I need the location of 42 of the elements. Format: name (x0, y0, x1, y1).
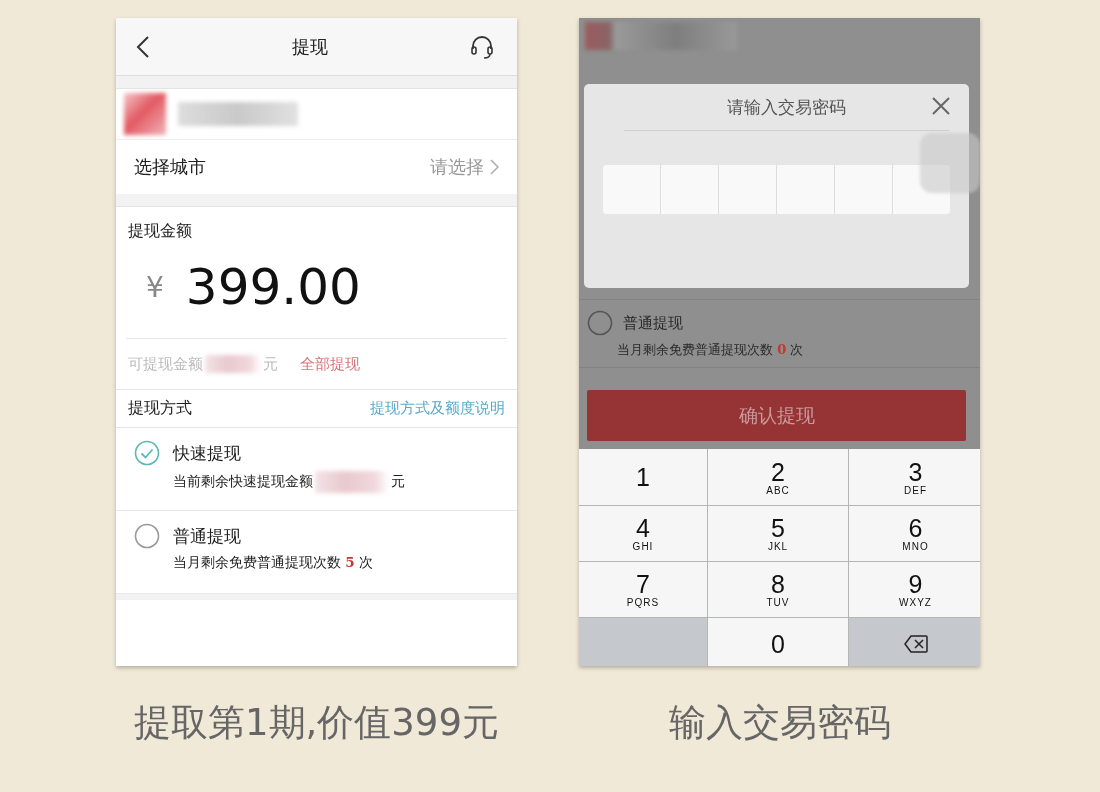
option-title: 普通提现 (623, 313, 683, 333)
checked-radio[interactable] (134, 440, 160, 466)
keypad-key[interactable]: 4 GHI (579, 506, 707, 561)
available-label: 可提现金额 (128, 354, 203, 374)
keypad-key[interactable]: 8 TUV (708, 562, 848, 617)
section-label: 提现方式 (128, 398, 192, 419)
backspace-icon[interactable] (903, 634, 928, 653)
amount-input[interactable]: 399.00 (185, 258, 361, 316)
radio-button[interactable] (587, 310, 613, 336)
option-note: 当月剩余免费普通提现次数 0 次 (617, 341, 804, 359)
password-field[interactable] (603, 165, 950, 214)
keypad-key[interactable]: 1 (579, 449, 707, 505)
keypad-key[interactable]: 9 WXYZ (849, 562, 980, 617)
screen-title: 提现 (291, 34, 328, 59)
blurred-amount (205, 355, 261, 373)
keypad-key[interactable]: 0 (708, 618, 848, 666)
keypad-key[interactable]: 3 DEF (849, 449, 980, 505)
unit-text: 元 (391, 473, 405, 491)
keypad-key[interactable]: 5 JKL (708, 506, 848, 561)
radio-button[interactable] (134, 523, 160, 549)
delete-key[interactable] (849, 618, 980, 666)
blurred-avatar (124, 93, 166, 135)
option-title: 普通提现 (173, 524, 241, 548)
row-label: 选择城市 (134, 155, 206, 179)
option-note: 当前剩余快速提现金额 (173, 473, 313, 491)
headset-icon[interactable] (469, 33, 495, 60)
dialog-title: 请输入交易密码 (727, 95, 846, 119)
row-value: 请选择 (430, 155, 484, 179)
option-title: 快速提现 (173, 441, 241, 465)
chevron-right-icon (490, 159, 499, 175)
back-icon[interactable] (136, 34, 150, 59)
option-note: 当月剩余免费普通提现次数 5 次 (173, 554, 373, 572)
unit-text: 元 (263, 354, 278, 374)
city-row[interactable]: 选择城市 请选择 (116, 140, 517, 194)
close-icon[interactable] (931, 96, 951, 116)
caption: 提取第1期,价值399元 (134, 700, 499, 746)
keypad-key[interactable]: 2 ABC (708, 449, 848, 505)
section-label: 提现金额 (127, 220, 193, 242)
keypad-key[interactable]: 6 MNO (849, 506, 980, 561)
currency-symbol: ¥ (146, 270, 164, 304)
caption: 输入交易密码 (668, 700, 891, 746)
keypad-key[interactable]: 7 PQRS (579, 562, 707, 617)
